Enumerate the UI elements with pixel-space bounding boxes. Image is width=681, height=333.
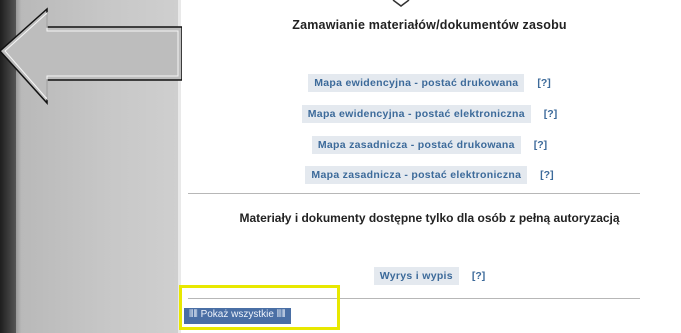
order-row: Mapa ewidencyjna - postać drukowana [?] <box>178 74 681 92</box>
show-all-button[interactable]: ⦀⦀ Pokaż wszystkie ⦀⦀ <box>184 308 291 324</box>
page-title: Zamawianie materiałów/dokumentów zasobu <box>292 18 567 32</box>
help-link[interactable]: [?] <box>540 169 553 181</box>
order-row: Wyrys i wypis [?] <box>178 267 681 285</box>
order-row: Mapa zasadnicza - postać drukowana [?] <box>178 136 681 154</box>
section-divider <box>188 193 640 194</box>
help-link[interactable]: [?] <box>534 139 547 151</box>
help-link[interactable]: [?] <box>537 77 550 89</box>
help-link[interactable]: [?] <box>472 270 485 282</box>
restricted-heading: Materiały i dokumenty dostępne tylko dla… <box>239 211 620 225</box>
order-link-ewidencyjna-elektroniczna[interactable]: Mapa ewidencyjna - postać elektroniczna <box>301 105 531 123</box>
order-link-zasadnicza-elektroniczna[interactable]: Mapa zasadnicza - postać elektroniczna <box>305 166 528 184</box>
help-link[interactable]: [?] <box>544 108 557 120</box>
top-notch <box>392 0 410 7</box>
left-arrow-icon <box>0 7 182 105</box>
order-link-wyrys-wypis[interactable]: Wyrys i wypis <box>373 267 459 285</box>
order-row: Mapa zasadnicza - postać elektroniczna [… <box>178 166 681 184</box>
order-link-ewidencyjna-drukowana[interactable]: Mapa ewidencyjna - postać drukowana <box>308 74 525 92</box>
order-link-zasadnicza-drukowana[interactable]: Mapa zasadnicza - postać drukowana <box>311 136 521 154</box>
order-row: Mapa ewidencyjna - postać elektroniczna … <box>178 105 681 123</box>
